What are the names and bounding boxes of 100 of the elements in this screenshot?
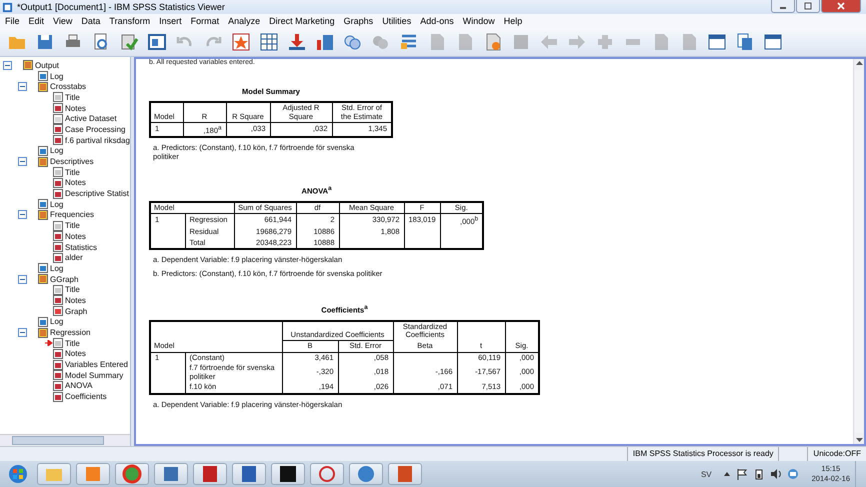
tree-item[interactable]: Log (50, 317, 64, 326)
tree-item[interactable]: Active Dataset (65, 114, 117, 124)
app-icon (2, 2, 13, 12)
tree-item[interactable]: Case Processing (65, 124, 126, 134)
battery-icon[interactable] (752, 468, 765, 480)
menu-item[interactable]: Analyze (226, 16, 268, 26)
expand-toggle-icon[interactable] (18, 157, 27, 166)
log-node-icon (38, 199, 48, 210)
notes-node-icon (53, 103, 63, 114)
scroll-up-icon[interactable] (854, 59, 864, 68)
title-node-icon (53, 338, 63, 348)
menu-item[interactable]: Format (188, 16, 226, 26)
chart-node-icon (53, 306, 63, 316)
tree-item[interactable]: Title (65, 338, 80, 348)
vertical-scrollbar[interactable] (853, 59, 864, 444)
table-node-icon (53, 370, 63, 380)
notes-node-icon (53, 295, 63, 306)
table-node-icon (53, 124, 63, 134)
menu-item[interactable]: Add-ons (418, 16, 461, 26)
table-node-icon (53, 188, 63, 199)
heading-node-icon (38, 328, 48, 338)
expand-toggle-icon[interactable] (3, 60, 12, 70)
log-node-icon (38, 263, 48, 274)
tree-item[interactable]: Regression (50, 328, 90, 338)
tree-item[interactable]: Coefficients (65, 392, 107, 402)
tree-item[interactable]: Title (65, 285, 80, 294)
network-icon[interactable] (786, 468, 799, 480)
table-node-icon (53, 135, 63, 146)
expand-toggle-icon[interactable] (18, 82, 27, 92)
menu-item[interactable]: View (51, 16, 80, 26)
tree-item[interactable]: Variables Entered (65, 360, 128, 370)
language-indicator[interactable]: SV (700, 470, 712, 478)
show-hidden-icons-icon[interactable] (722, 470, 731, 478)
tree-item[interactable]: Notes (65, 104, 86, 113)
tree-item[interactable]: Log (50, 264, 64, 273)
menu-item[interactable]: Graphs (342, 16, 380, 26)
tree-item[interactable]: alder (65, 253, 83, 262)
tree-item[interactable]: f.6 partival riksdag (65, 136, 130, 145)
window-title: *Output1 [Document1] - IBM SPSS Statistics Viewer (17, 2, 225, 12)
dataset-node-icon (53, 114, 63, 124)
table-node-icon (53, 360, 63, 370)
tree-item[interactable]: Frequencies (50, 210, 94, 220)
table-node-icon (53, 380, 63, 391)
table-node-icon (53, 392, 63, 402)
log-node-icon (38, 146, 48, 156)
expand-toggle-icon[interactable] (18, 274, 27, 284)
table-node-icon (53, 242, 63, 252)
tree-item[interactable]: Notes (65, 178, 86, 188)
tree-item[interactable]: Title (65, 168, 80, 177)
table-node-icon (53, 252, 63, 263)
menu-item[interactable]: Window (460, 16, 502, 26)
menu-item[interactable]: Data (79, 16, 108, 26)
expand-toggle-icon[interactable] (18, 210, 27, 220)
menu-item[interactable]: Edit (26, 16, 52, 26)
minimize-button[interactable] (771, 0, 795, 13)
maximize-button[interactable] (796, 0, 820, 13)
menu-item[interactable]: Insert (157, 16, 189, 26)
tree-item[interactable]: Notes (65, 349, 86, 358)
menu-item[interactable]: Utilities (380, 16, 418, 26)
menu-item[interactable]: Transform (107, 16, 158, 26)
tree-item[interactable]: Notes (65, 232, 86, 241)
heading-node-icon (38, 210, 48, 220)
heading-node-icon (38, 82, 48, 92)
notes-node-icon (53, 231, 63, 242)
tree-item[interactable]: Log (50, 72, 64, 81)
menu-item[interactable]: Help (502, 16, 530, 26)
tree-item[interactable]: ANOVA (65, 381, 92, 390)
tree-item[interactable]: Model Summary (65, 370, 124, 380)
tree-item[interactable]: Crosstabs (50, 82, 86, 92)
expand-toggle-icon[interactable] (18, 328, 27, 338)
tree-item[interactable]: Title (65, 92, 80, 102)
tree-item[interactable]: GGraph (50, 274, 78, 284)
tree-item[interactable]: Statistics (65, 242, 98, 252)
close-button[interactable] (821, 0, 861, 13)
menu-item[interactable]: Direct Marketing (267, 16, 342, 26)
tree-item[interactable]: Graph (65, 306, 88, 316)
speaker-icon[interactable] (770, 468, 782, 480)
tree-item[interactable]: Notes (65, 296, 86, 305)
heading-node-icon (38, 274, 48, 284)
heading-node-icon (23, 60, 33, 70)
menu-item[interactable]: File (3, 16, 27, 26)
title-node-icon (53, 167, 63, 178)
horizontal-scrollbar[interactable] (0, 434, 130, 446)
tree-item[interactable]: Descriptive Statist (65, 189, 130, 198)
maximize-icon (803, 2, 813, 10)
log-node-icon (38, 316, 48, 327)
title-node-icon (53, 92, 63, 102)
close-icon (836, 2, 846, 10)
flag-icon[interactable] (736, 468, 748, 480)
heading-node-icon (38, 156, 48, 167)
scroll-down-icon[interactable] (854, 435, 864, 444)
tree-item[interactable]: Log (50, 146, 64, 156)
tree-item[interactable]: Log (50, 200, 64, 209)
tree-item[interactable]: Title (65, 221, 80, 230)
notes-node-icon (53, 348, 63, 359)
title-node-icon (53, 284, 63, 295)
tree-item[interactable]: Output (35, 60, 60, 70)
notes-node-icon (53, 178, 63, 188)
tree-item[interactable]: Descriptives (50, 157, 94, 166)
log-node-icon (38, 71, 48, 82)
